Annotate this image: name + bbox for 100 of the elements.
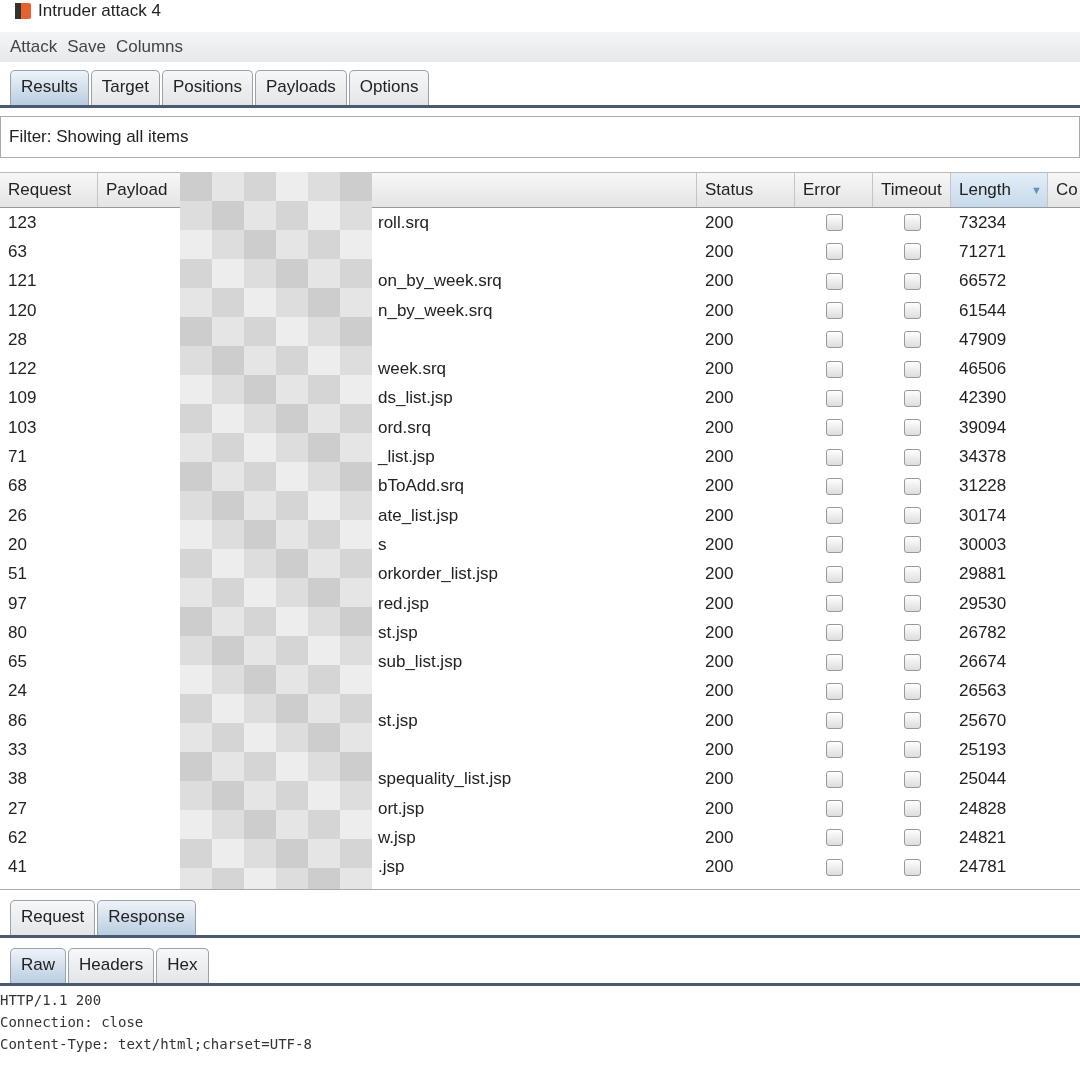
checkbox[interactable] bbox=[825, 653, 843, 671]
checkbox[interactable] bbox=[825, 770, 843, 788]
checkbox[interactable] bbox=[825, 595, 843, 612]
checkbox[interactable] bbox=[825, 389, 843, 407]
table-cell-text: 97 bbox=[7, 593, 28, 614]
checkbox[interactable] bbox=[825, 360, 843, 378]
checkbox[interactable] bbox=[825, 477, 843, 495]
checkbox[interactable] bbox=[903, 595, 921, 612]
table-cell-text: 200 bbox=[704, 564, 735, 585]
checkbox[interactable] bbox=[903, 565, 921, 583]
table-cell-text: 73234 bbox=[958, 212, 1008, 233]
column-header[interactable]: Request bbox=[0, 173, 98, 207]
checkbox[interactable] bbox=[825, 800, 843, 818]
tab[interactable]: Payloads bbox=[254, 70, 347, 105]
checkbox[interactable] bbox=[903, 653, 921, 671]
checkbox[interactable] bbox=[825, 419, 843, 437]
checkbox[interactable] bbox=[903, 389, 921, 407]
table-cell-text: 200 bbox=[704, 359, 735, 380]
checkbox[interactable] bbox=[825, 507, 843, 525]
table-cell-text: 42390 bbox=[958, 388, 1008, 409]
table-cell: s bbox=[378, 534, 387, 554]
checkbox[interactable] bbox=[903, 712, 921, 730]
checkbox[interactable] bbox=[903, 829, 921, 847]
table-cell: on_by_week.srq bbox=[378, 271, 502, 291]
tab[interactable]: Response bbox=[97, 900, 196, 935]
table-cell-text: 41 bbox=[7, 857, 28, 878]
checkbox[interactable] bbox=[903, 214, 921, 232]
checkbox[interactable] bbox=[825, 858, 843, 876]
table-cell-text: 200 bbox=[704, 505, 735, 526]
table-cell-text: 24821 bbox=[958, 827, 1008, 848]
checkbox[interactable] bbox=[903, 360, 921, 378]
table-cell-text: 26 bbox=[7, 505, 28, 526]
checkbox[interactable] bbox=[903, 858, 921, 876]
table-cell-text: 120 bbox=[7, 300, 38, 321]
table-cell-text: 121 bbox=[7, 271, 38, 292]
checkbox[interactable] bbox=[903, 272, 921, 290]
window-title: Intruder attack 4 bbox=[38, 1, 161, 21]
tab[interactable]: Hex bbox=[156, 948, 209, 983]
tab[interactable]: Options bbox=[348, 70, 430, 105]
checkbox[interactable] bbox=[825, 829, 843, 847]
checkbox[interactable] bbox=[903, 243, 921, 261]
tab[interactable]: Results bbox=[10, 70, 89, 105]
checkbox[interactable] bbox=[825, 536, 843, 554]
checkbox[interactable] bbox=[825, 624, 843, 642]
table-cell-text: 200 bbox=[704, 798, 735, 819]
table-cell-text: 71271 bbox=[958, 241, 1008, 262]
table-cell: ds_list.jsp bbox=[378, 388, 453, 408]
checkbox[interactable] bbox=[903, 419, 921, 437]
table-cell-text: 200 bbox=[704, 271, 735, 292]
checkbox[interactable] bbox=[825, 331, 843, 349]
checkbox[interactable] bbox=[825, 302, 843, 320]
table-cell-text: 26674 bbox=[958, 652, 1008, 673]
column-header[interactable]: Length ▼ bbox=[951, 173, 1048, 207]
table-cell-text: 103 bbox=[7, 417, 38, 438]
checkbox[interactable] bbox=[825, 448, 843, 466]
column-header[interactable]: Co bbox=[1048, 173, 1080, 207]
tab[interactable]: Headers bbox=[68, 948, 155, 983]
checkbox[interactable] bbox=[903, 331, 921, 349]
table-cell-text: 27 bbox=[7, 798, 28, 819]
table-cell-text: 30174 bbox=[958, 505, 1008, 526]
response-line: Content-Type: text/html;charset=UTF-8 bbox=[0, 1036, 313, 1054]
checkbox[interactable] bbox=[825, 565, 843, 583]
table-cell-text: 200 bbox=[704, 622, 735, 643]
menu-item[interactable]: Save bbox=[67, 37, 106, 57]
table-cell-text: 200 bbox=[704, 212, 735, 233]
checkbox[interactable] bbox=[903, 448, 921, 466]
table-cell-text: 200 bbox=[704, 417, 735, 438]
table-cell-text: 65 bbox=[7, 652, 28, 673]
checkbox[interactable] bbox=[825, 712, 843, 730]
checkbox[interactable] bbox=[903, 624, 921, 642]
menu-item[interactable]: Columns bbox=[116, 37, 184, 57]
checkbox[interactable] bbox=[903, 682, 921, 700]
tab[interactable]: Positions bbox=[161, 70, 253, 105]
table-cell: week.srq bbox=[378, 359, 447, 379]
checkbox[interactable] bbox=[825, 214, 843, 232]
table-cell-text: 51 bbox=[7, 564, 28, 585]
response-line: Connection: close bbox=[0, 1014, 145, 1032]
column-header[interactable]: Status bbox=[697, 173, 795, 207]
tab[interactable]: Raw bbox=[10, 948, 66, 983]
checkbox[interactable] bbox=[825, 741, 843, 759]
tab[interactable]: Target bbox=[90, 70, 160, 105]
checkbox[interactable] bbox=[825, 682, 843, 700]
table-cell: ord.srq bbox=[378, 417, 431, 437]
table-cell-text: 68 bbox=[7, 476, 28, 497]
checkbox[interactable] bbox=[903, 507, 921, 525]
tab[interactable]: Request bbox=[10, 900, 96, 935]
menu-item[interactable]: Attack bbox=[10, 37, 58, 57]
checkbox[interactable] bbox=[903, 770, 921, 788]
table-cell-text: 200 bbox=[704, 681, 735, 702]
column-header[interactable]: Error bbox=[795, 173, 873, 207]
checkbox[interactable] bbox=[903, 741, 921, 759]
checkbox[interactable] bbox=[903, 477, 921, 495]
checkbox[interactable] bbox=[903, 800, 921, 818]
checkbox[interactable] bbox=[825, 272, 843, 290]
checkbox[interactable] bbox=[903, 536, 921, 554]
filter-bar[interactable]: Filter: Showing all items bbox=[0, 116, 1080, 158]
checkbox[interactable] bbox=[903, 302, 921, 320]
table-cell-text: 24 bbox=[7, 681, 28, 702]
checkbox[interactable] bbox=[825, 243, 843, 261]
table-cell-text: 109 bbox=[7, 388, 38, 409]
